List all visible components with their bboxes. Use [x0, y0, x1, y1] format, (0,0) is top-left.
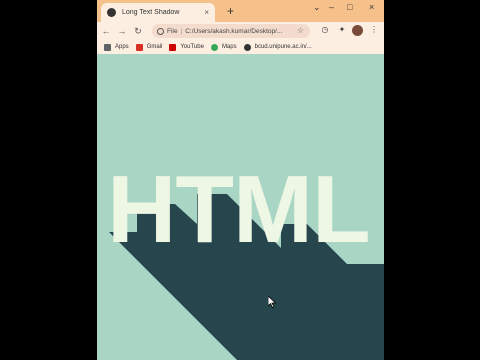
address-bar[interactable]: File | C:/Users/akash.kumar/Desktop/... … — [152, 24, 310, 38]
mouse-cursor-icon — [268, 296, 276, 308]
extensions-icon[interactable]: ✦ — [337, 25, 347, 35]
bookmark-apps[interactable]: Apps — [104, 43, 129, 51]
bookmark-star-icon[interactable]: ☆ — [297, 26, 304, 35]
tab-title: Long Text Shadow — [122, 9, 180, 16]
browser-tab[interactable]: Long Text Shadow × — [101, 3, 215, 22]
new-tab-button[interactable]: + — [227, 4, 234, 18]
youtube-icon — [169, 43, 177, 51]
reload-button[interactable]: ↻ — [131, 26, 145, 37]
history-icon[interactable]: ◷ — [320, 25, 330, 35]
bookmark-label: YouTube — [180, 44, 204, 50]
apps-grid-icon — [104, 43, 111, 51]
globe-icon — [107, 8, 116, 17]
tab-close-icon[interactable]: × — [204, 8, 209, 17]
bookmark-maps[interactable]: Maps — [210, 43, 237, 51]
page-content: HTML — [97, 54, 384, 360]
globe-icon — [243, 43, 251, 51]
page-heading: HTML — [107, 156, 371, 263]
bookmark-label: Maps — [221, 44, 237, 50]
menu-icon[interactable]: ⋮ — [369, 25, 379, 35]
bookmark-bcud[interactable]: bcud.unipune.ac.in/... — [243, 43, 312, 51]
bookmark-label: Gmail — [146, 44, 163, 50]
minimize-button[interactable]: – — [329, 2, 334, 12]
bookmark-label: bcud.unipune.ac.in/... — [254, 44, 312, 50]
maps-pin-icon — [210, 43, 218, 51]
avatar[interactable] — [352, 25, 363, 36]
bookmarks-bar: Apps Gmail YouTube Maps bcud.unipune.ac.in/.… — [97, 40, 384, 54]
divider: | — [180, 27, 183, 35]
info-icon[interactable] — [157, 27, 164, 35]
gmail-icon — [135, 43, 143, 51]
bookmark-youtube[interactable]: YouTube — [169, 43, 204, 51]
scheme-label: File — [167, 27, 178, 35]
close-window-button[interactable]: × — [369, 2, 374, 12]
chevron-down-icon[interactable]: ⌄ — [313, 2, 321, 13]
url-text[interactable]: C:/Users/akash.kumar/Desktop/... — [185, 28, 282, 35]
bookmark-label: Apps — [115, 44, 129, 50]
title-bar: Long Text Shadow × + ⌄ – □ × — [97, 0, 384, 22]
browser-window: Long Text Shadow × + ⌄ – □ × ← → ↻ File … — [97, 0, 384, 360]
back-button[interactable]: ← — [99, 26, 113, 36]
bookmark-gmail[interactable]: Gmail — [135, 43, 163, 51]
maximize-button[interactable]: □ — [347, 2, 352, 12]
toolbar: ← → ↻ File | C:/Users/akash.kumar/Deskto… — [97, 22, 384, 40]
forward-button[interactable]: → — [115, 26, 129, 36]
